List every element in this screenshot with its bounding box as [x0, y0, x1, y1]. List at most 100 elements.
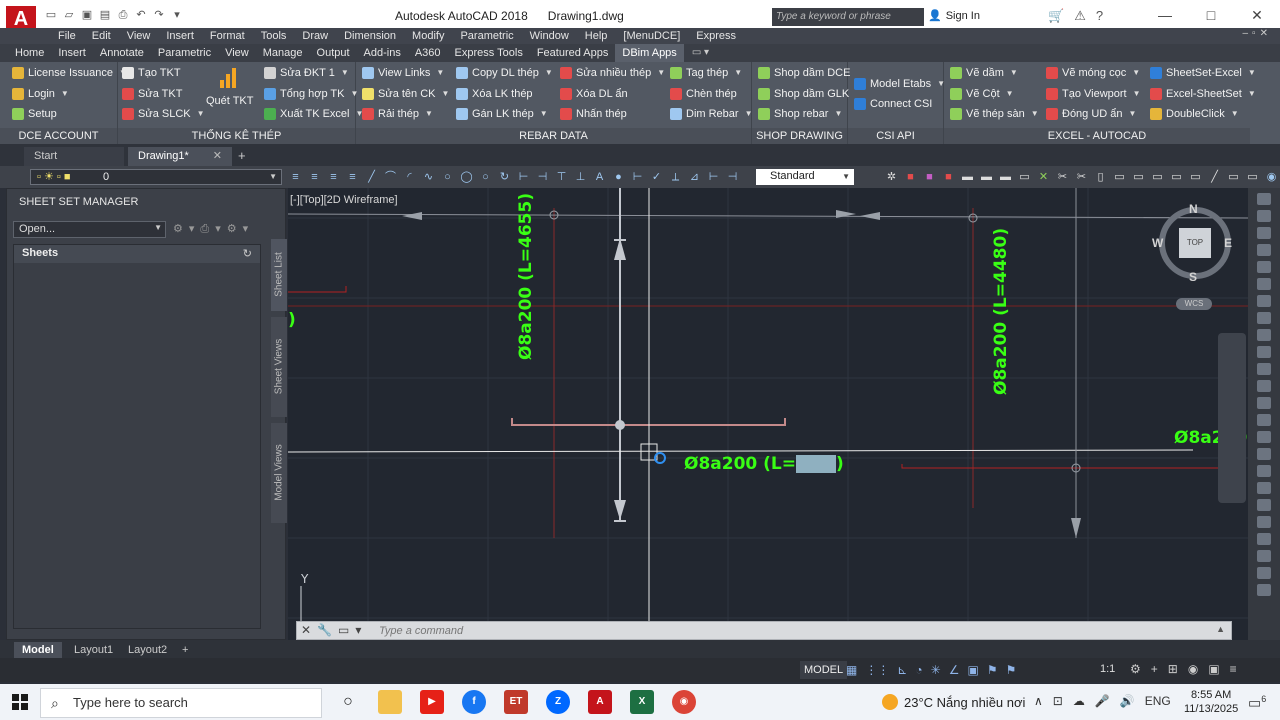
tool-icon[interactable]: ▬ — [998, 170, 1013, 184]
tab-insert[interactable]: Insert — [51, 44, 93, 62]
menu-view[interactable]: View — [119, 28, 159, 44]
shop-dam-glk-button[interactable]: Shop dầm GLK — [758, 85, 849, 103]
grip-point[interactable] — [615, 420, 625, 430]
ribbon-options-icon[interactable]: ▭ ▾ — [684, 44, 717, 62]
copy-dl-thep-button[interactable]: Copy DL thép ▼ — [456, 64, 553, 82]
menu-menudce[interactable]: [MenuDCE] — [615, 28, 688, 44]
render-icon[interactable]: ■ — [922, 170, 937, 184]
add-layout-icon[interactable]: + — [174, 642, 196, 658]
tool-icon[interactable]: ▭ — [1017, 170, 1032, 184]
menu-parametric[interactable]: Parametric — [452, 28, 521, 44]
layer-tool-icon[interactable]: ≡ — [307, 170, 322, 184]
annotation-icon[interactable]: ⚑ — [987, 663, 998, 677]
menu-tools[interactable]: Tools — [253, 28, 295, 44]
save-icon[interactable]: ▣ — [80, 8, 94, 22]
menu-edit[interactable]: Edit — [84, 28, 119, 44]
windows-start-icon[interactable] — [12, 694, 28, 710]
zalo-icon[interactable]: Z — [546, 690, 570, 714]
arc-icon[interactable]: ◜ — [402, 170, 417, 184]
file-explorer-icon[interactable] — [378, 690, 402, 714]
dim-icon[interactable]: ⊿ — [687, 170, 702, 184]
tool-icon[interactable]: ▭ — [1131, 170, 1146, 184]
tool-icon[interactable]: ▭ — [1188, 170, 1203, 184]
doc-window-controls[interactable]: –▫✕ — [1243, 28, 1273, 39]
globe-icon[interactable]: ◉ — [1264, 170, 1279, 184]
tab-featured-apps[interactable]: Featured Apps — [530, 44, 616, 62]
palette-icon[interactable] — [1257, 346, 1271, 358]
units-icon[interactable]: ⊞ — [1168, 662, 1178, 676]
palette-icon[interactable] — [1257, 465, 1271, 477]
sheet-set-dropdown[interactable]: Open... ▼ — [13, 221, 166, 238]
tray-app-icon[interactable]: ⊡ — [1053, 694, 1063, 708]
dim-icon[interactable]: ⊤ — [554, 170, 569, 184]
menu-dimension[interactable]: Dimension — [336, 28, 404, 44]
ellipse-icon[interactable]: ◯ — [459, 170, 474, 184]
tab-addins[interactable]: Add-ins — [357, 44, 408, 62]
osnap-icon[interactable]: ✳ — [931, 663, 941, 677]
render-icon[interactable]: ■ — [903, 170, 918, 184]
dim-icon[interactable]: ⟂ — [668, 170, 683, 184]
tab-parametric[interactable]: Parametric — [151, 44, 218, 62]
polar-icon[interactable]: ◔ — [915, 663, 922, 677]
palette-icon[interactable] — [1257, 482, 1271, 494]
undo-icon[interactable]: ↶ — [134, 8, 148, 22]
viewcube[interactable]: N S E W TOP — [1152, 202, 1236, 286]
cart-icon[interactable]: 🛒 — [1048, 8, 1064, 24]
publish-icon[interactable]: ⚙▾ — [173, 223, 200, 235]
language-indicator[interactable]: ENG — [1145, 694, 1171, 708]
rotate-icon[interactable]: ↻ — [497, 170, 512, 184]
xoa-dl-an-button[interactable]: Xóa DL ẩn — [560, 85, 628, 103]
dim-icon[interactable]: ⊢ — [516, 170, 531, 184]
tool-icon[interactable]: ▭ — [1169, 170, 1184, 184]
clock[interactable]: 8:55 AM 11/13/2025 — [1184, 688, 1238, 716]
snap-icon[interactable]: ⋮⋮ — [865, 663, 889, 677]
dong-ud-an-button[interactable]: Đóng UD ẩn ▼ — [1046, 105, 1136, 123]
model-space-button[interactable]: MODEL — [800, 661, 848, 679]
restore-button[interactable]: □ — [1188, 0, 1234, 30]
palette-icon[interactable] — [1257, 550, 1271, 562]
new-tab-icon[interactable]: + — [238, 148, 246, 163]
palette-icon[interactable] — [1257, 380, 1271, 392]
viewport-controls[interactable]: [-][Top][2D Wireframe] — [290, 194, 398, 206]
taskbar-search[interactable]: ⌕ Type here to search — [40, 688, 322, 718]
tab-dbim-apps[interactable]: DBim Apps — [615, 44, 684, 62]
model-etabs-button[interactable]: Model Etabs ▼ — [854, 75, 945, 93]
menu-help[interactable]: Help — [577, 28, 616, 44]
facebook-icon[interactable]: f — [462, 690, 486, 714]
palette-icon[interactable] — [1257, 227, 1271, 239]
login-button[interactable]: Login ▼ — [12, 85, 69, 103]
notifications-icon[interactable]: ▭6 — [1248, 694, 1266, 712]
fullscreen-icon[interactable]: ▣ — [1208, 662, 1219, 676]
palette-icon[interactable] — [1257, 210, 1271, 222]
print-icon[interactable]: ⎙▾ — [200, 223, 226, 235]
otrack-icon[interactable]: ∠ — [949, 663, 960, 677]
tab-view[interactable]: View — [218, 44, 256, 62]
setup-button[interactable]: Setup — [12, 105, 57, 123]
palette-icon[interactable] — [1257, 533, 1271, 545]
save-as-icon[interactable]: ▤ — [98, 8, 112, 22]
shop-dam-dce-button[interactable]: Shop dầm DCE — [758, 64, 850, 82]
tab-layout1[interactable]: Layout1 — [66, 642, 121, 658]
drawing-area[interactable]: Y [-][Top][2D Wireframe] Ø8a200 (L=4655)… — [288, 188, 1261, 640]
tool-icon[interactable]: ▭ — [1226, 170, 1241, 184]
wcs-menu[interactable]: WCS — [1176, 298, 1212, 310]
quet-tkt-button[interactable]: Quét TKT — [206, 92, 253, 110]
rai-thep-button[interactable]: Rải thép ▼ — [362, 105, 433, 123]
check-icon[interactable]: ✓ — [649, 170, 664, 184]
ve-mong-coc-button[interactable]: Vẽ móng cọc ▼ — [1046, 64, 1140, 82]
palette-icon[interactable] — [1257, 261, 1271, 273]
ortho-icon[interactable]: ⊾ — [897, 663, 907, 677]
lineweight-icon[interactable]: ▣ — [967, 663, 978, 677]
palette-icon[interactable] — [1257, 397, 1271, 409]
exchange-icon[interactable]: ⚠ — [1074, 8, 1086, 24]
tab-express-tools[interactable]: Express Tools — [448, 44, 530, 62]
command-history-icon[interactable]: ▲ — [1216, 624, 1225, 634]
command-line-tools[interactable]: ✕🔧▭▾ — [301, 623, 367, 637]
compass-west[interactable]: W — [1152, 236, 1163, 250]
rebar-label-left[interactable]: ) — [288, 310, 296, 330]
tool-icon[interactable]: ▬ — [960, 170, 975, 184]
tao-viewport-button[interactable]: Tạo Viewport ▼ — [1046, 85, 1141, 103]
line-icon[interactable]: ╱ — [364, 170, 379, 184]
chevron-up-icon[interactable]: ∧ — [1034, 694, 1043, 708]
settings-icon[interactable]: ✲ — [884, 170, 899, 184]
